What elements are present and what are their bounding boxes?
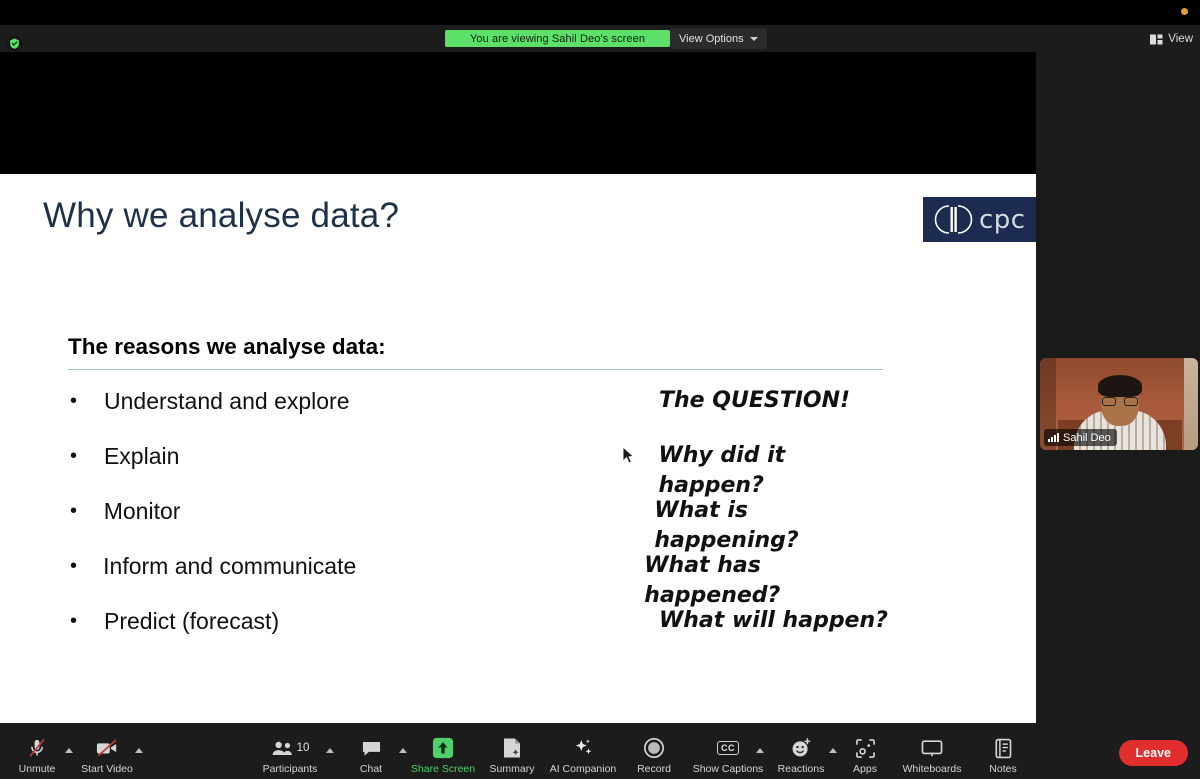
slide-title: Why we analyse data? [43, 196, 400, 235]
shared-screen-area[interactable]: Why we analyse data? cpc The reasons we … [0, 52, 1036, 757]
toolbar-button-whiteboards[interactable]: Whiteboards [895, 736, 969, 775]
microphone-muted-icon [26, 736, 48, 760]
bullet-icon: • [70, 390, 78, 412]
toolbar-button-show-captions[interactable]: CC Show Captions [691, 736, 765, 775]
toolbar-button-label: Whiteboards [902, 763, 962, 775]
reason-row: • Inform and communicate What has happened… [68, 551, 898, 608]
toolbar-button-start-video[interactable]: Start Video [70, 736, 144, 775]
toolbar-button-label: AI Companion [549, 763, 617, 775]
video-muted-icon [95, 736, 119, 760]
toolbar-button-label: Share Screen [410, 763, 476, 775]
toolbar-button-summary[interactable]: Summary [475, 736, 549, 775]
slide-section-heading: The reasons we analyse data: [68, 334, 883, 370]
toolbar-button-record[interactable]: Record [617, 736, 691, 775]
question-text: What will happen? [659, 608, 888, 633]
reason-text: Explain [103, 443, 180, 469]
bullet-icon: • [70, 555, 78, 577]
mouse-cursor-icon [622, 445, 635, 470]
chevron-up-icon[interactable] [135, 748, 143, 753]
reason-text: Understand and explore [104, 388, 350, 414]
toolbar-button-label: Show Captions [692, 763, 764, 775]
participant-video-tile[interactable]: Sahil Deo [1040, 358, 1198, 450]
sharing-status-banner: You are viewing Sahil Deo's screen [445, 30, 670, 47]
view-options-button[interactable]: View Options [670, 28, 767, 49]
audio-level-icon [1048, 433, 1059, 442]
reason-row: • Understand and explore The QUESTION! [68, 386, 898, 441]
toolbar-button-label: Record [637, 763, 671, 775]
participants-count: 10 [296, 742, 310, 754]
view-options-label: View Options [679, 32, 744, 45]
toolbar-button-reactions[interactable]: Reactions [764, 736, 838, 775]
chat-bubble-icon [361, 736, 382, 760]
question-text: What has happened? [644, 553, 781, 608]
toolbar-button-label: Unmute [18, 763, 56, 775]
recording-indicator-dot [1181, 8, 1188, 15]
layout-view-icon [1150, 34, 1163, 44]
question-text: What is happening? [654, 498, 799, 553]
participants-icon: 10 [271, 736, 310, 760]
presentation-slide: Why we analyse data? cpc The reasons we … [0, 174, 1036, 757]
reason-text: Predict (forecast) [104, 608, 280, 634]
participant-name-text: Sahil Deo [1063, 431, 1111, 444]
whiteboard-icon [921, 736, 943, 760]
toolbar-button-label: Chat [359, 763, 383, 775]
video-person-hair [1098, 375, 1142, 397]
bullet-icon: • [70, 610, 78, 632]
toolbar-button-ai-companion[interactable]: AI Companion [546, 736, 620, 775]
reason-text: Monitor [103, 498, 181, 524]
closed-captions-icon: CC [717, 736, 739, 760]
apps-icon [855, 736, 876, 760]
reason-text: Inform and communicate [103, 553, 357, 579]
toolbar-button-notes[interactable]: Notes [966, 736, 1040, 775]
toolbar-button-share-screen[interactable]: Share Screen [406, 736, 480, 775]
zoom-meeting-window: You are viewing Sahil Deo's screen View … [0, 0, 1200, 779]
bullet-icon: • [70, 500, 78, 522]
toolbar-button-participants[interactable]: 10 Participants [253, 736, 327, 775]
toolbar-button-label: Notes [989, 763, 1017, 775]
meeting-controls-toolbar: Leave Unmute Start Video 10 Participants Cha… [0, 723, 1200, 779]
toolbar-button-chat[interactable]: Chat [334, 736, 408, 775]
participant-name-label: Sahil Deo [1044, 429, 1117, 446]
record-circle-icon [643, 736, 665, 760]
toolbar-button-unmute[interactable]: Unmute [0, 736, 74, 775]
reactions-smiley-icon [790, 736, 812, 760]
reason-row: • Monitor What is happening? [68, 496, 898, 553]
share-screen-icon [432, 736, 454, 760]
reason-row: • Predict (forecast) What will happen? [68, 606, 898, 661]
chevron-up-icon[interactable] [756, 748, 764, 753]
question-text: The QUESTION! [659, 388, 851, 413]
toolbar-button-label: Summary [489, 763, 535, 775]
chevron-down-icon [749, 36, 758, 41]
video-person-glasses [1102, 397, 1138, 406]
toolbar-button-label: Participants [262, 763, 318, 775]
cpc-logo: cpc [923, 197, 1036, 242]
video-wall-right [1184, 358, 1198, 450]
leave-button[interactable]: Leave [1118, 740, 1188, 766]
window-titlebar [0, 0, 1200, 25]
cpc-logo-mark-icon [934, 204, 974, 235]
reasons-list: • Understand and explore The QUESTION! • Exp… [68, 386, 898, 661]
bullet-icon: • [70, 445, 78, 467]
view-layout-button[interactable]: View [1150, 30, 1193, 48]
view-button-label: View [1168, 33, 1193, 45]
cpc-logo-text: cpc [979, 204, 1026, 235]
ai-sparkle-icon [572, 736, 595, 760]
toolbar-button-label: Reactions [777, 763, 825, 775]
reason-row: • Explain Why did it happen? [68, 441, 898, 498]
notes-icon [994, 736, 1013, 760]
question-text: Why did it happen? [658, 443, 786, 498]
shield-check-icon[interactable] [7, 36, 22, 51]
toolbar-button-label: Start Video [81, 763, 133, 775]
summary-doc-icon [502, 736, 522, 760]
toolbar-button-label: Apps [853, 763, 877, 775]
toolbar-button-apps[interactable]: Apps [828, 736, 902, 775]
chevron-up-icon[interactable] [326, 748, 334, 753]
